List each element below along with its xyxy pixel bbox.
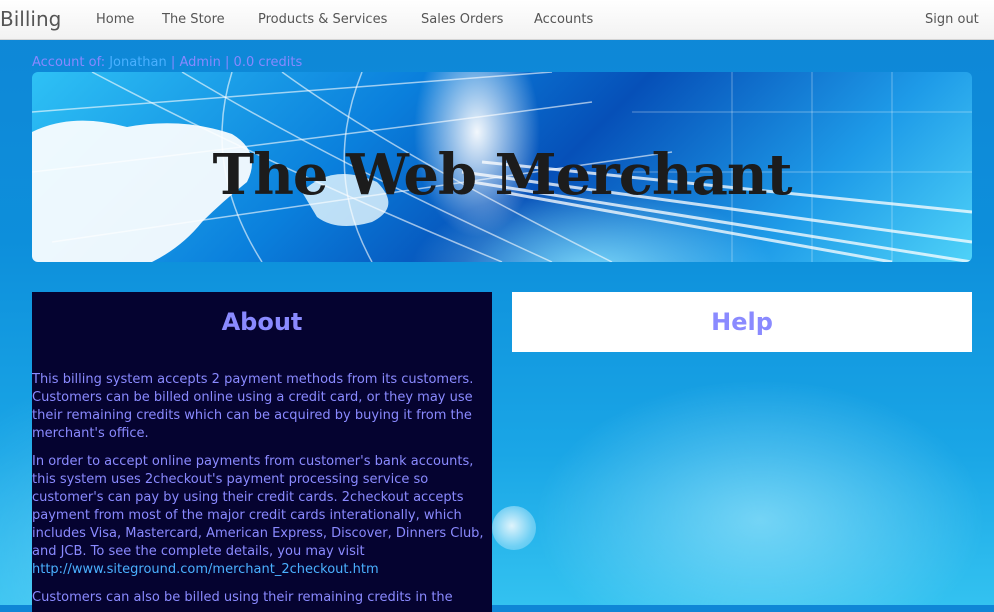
- about-paragraph-3: Customers can also be billed using their…: [32, 590, 453, 605]
- account-info: Account of: Jonathan | Admin | 0.0 credi…: [32, 55, 302, 70]
- about-body: This billing system accepts 2 payment me…: [32, 371, 490, 612]
- account-credits: 0.0 credits: [233, 55, 303, 70]
- account-prefix: Account of:: [32, 55, 106, 70]
- help-title: Help: [711, 308, 773, 336]
- decorative-bubble: [492, 506, 536, 550]
- brand-label[interactable]: Billing: [0, 7, 61, 31]
- 2checkout-details-link[interactable]: http://www.siteground.com/merchant_2chec…: [32, 562, 379, 577]
- account-role-link[interactable]: Admin: [179, 55, 220, 70]
- account-user-link[interactable]: Jonathan: [109, 55, 167, 70]
- site-title: The Web Merchant: [212, 142, 793, 208]
- nav-home[interactable]: Home: [96, 12, 134, 27]
- top-navbar: Billing Home The Store Products & Servic…: [0, 0, 994, 40]
- nav-products-services[interactable]: Products & Services: [258, 12, 387, 27]
- about-paragraph-2-text: In order to accept online payments from …: [32, 454, 484, 559]
- nav-accounts[interactable]: Accounts: [534, 12, 593, 27]
- about-paragraph-1: This billing system accepts 2 payment me…: [32, 372, 474, 441]
- about-paragraph-2: In order to accept online payments from …: [32, 453, 490, 579]
- nav-sales-orders[interactable]: Sales Orders: [421, 12, 503, 27]
- separator: |: [170, 55, 176, 70]
- nav-the-store[interactable]: The Store: [162, 12, 225, 27]
- about-title: About: [221, 308, 303, 336]
- separator: |: [225, 55, 230, 70]
- header-banner: The Web Merchant: [32, 72, 972, 262]
- sign-out-link[interactable]: Sign out: [925, 12, 979, 27]
- help-panel: Help: [512, 292, 972, 352]
- about-panel: About This billing system accepts 2 paym…: [32, 292, 492, 612]
